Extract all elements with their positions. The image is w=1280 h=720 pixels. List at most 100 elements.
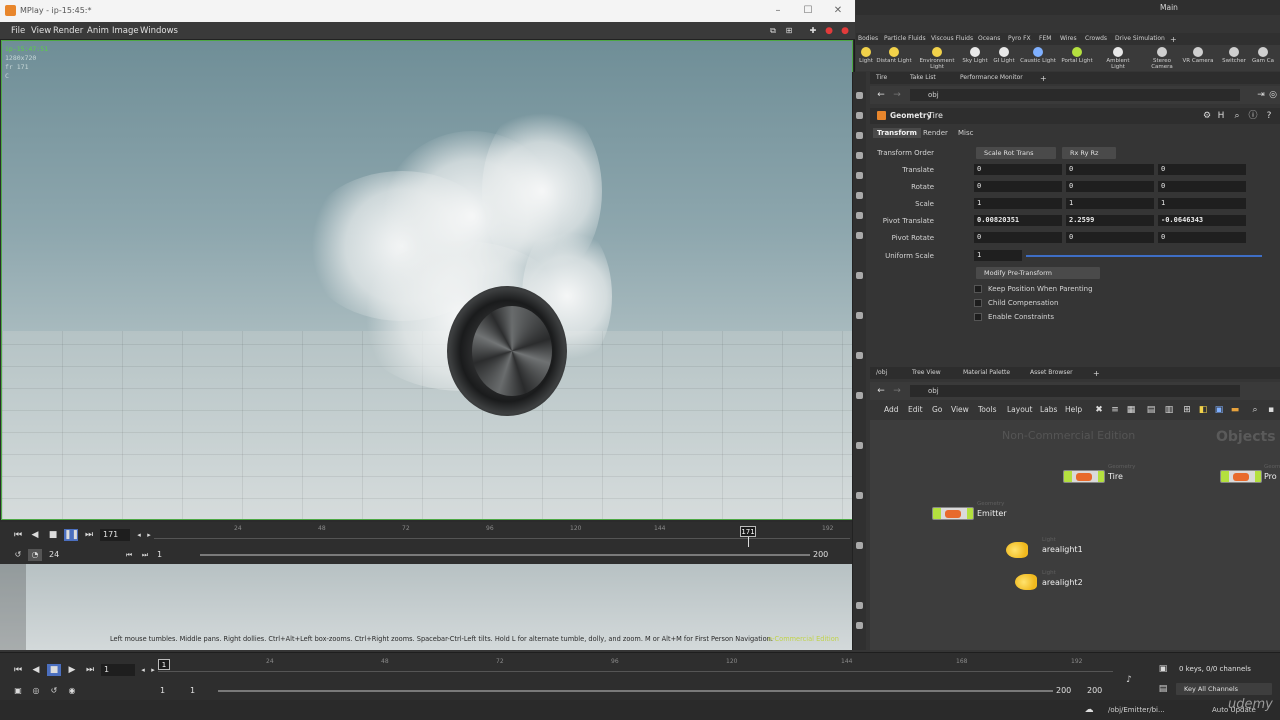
tab-tree-view[interactable]: Tree View: [912, 369, 941, 376]
end-frame-field[interactable]: 200: [1084, 685, 1110, 697]
render-viewport[interactable]: ip-15:47:51 1280x720 fr 171 C: [1, 40, 853, 520]
info-icon[interactable]: ▪: [1264, 404, 1278, 416]
table-icon[interactable]: ▤: [1144, 404, 1158, 416]
shelf-tab[interactable]: Pyro FX: [1008, 35, 1031, 42]
tab-performance-monitor[interactable]: Performance Monitor: [960, 74, 1023, 81]
add-tab-icon[interactable]: +: [1040, 74, 1047, 83]
menu-layout[interactable]: Layout: [1007, 405, 1033, 414]
tool-icon[interactable]: [856, 192, 863, 199]
loop-icon[interactable]: ↺: [11, 549, 25, 561]
layout-icon[interactable]: ▥: [1162, 404, 1176, 416]
shelf-tool-portal-light[interactable]: Portal Light: [1059, 47, 1095, 64]
pivot-translate-x-field[interactable]: 0.00820351: [974, 215, 1062, 226]
translate-y-field[interactable]: 0: [1066, 164, 1154, 175]
current-frame-field[interactable]: 171: [100, 529, 130, 541]
pivot-translate-y-field[interactable]: 2.2599: [1066, 215, 1154, 226]
menu-image[interactable]: Image: [112, 26, 139, 36]
snapshot-icon[interactable]: ⧉: [766, 25, 780, 37]
enable-constraints-checkbox[interactable]: [974, 313, 982, 321]
help-icon[interactable]: ?: [1262, 110, 1276, 122]
search-icon[interactable]: ⌕: [1230, 110, 1244, 122]
range-end-icon[interactable]: ⏭: [138, 549, 152, 561]
shelf-tool-vr-camera[interactable]: VR Camera: [1180, 47, 1216, 64]
start-frame-field[interactable]: 1: [157, 685, 181, 697]
shelf-tool-gi-light[interactable]: GI Light: [986, 47, 1022, 64]
jump-end-icon[interactable]: ⏭: [82, 529, 96, 541]
pivot-rotate-x-field[interactable]: 0: [974, 232, 1062, 243]
network-path-field[interactable]: obj: [910, 385, 1240, 397]
cloud-icon[interactable]: ☁: [1082, 704, 1096, 716]
pin-icon[interactable]: ✚: [806, 25, 820, 37]
shelf-tool-caustic-light[interactable]: Caustic Light: [1020, 47, 1056, 64]
scene-viewport-lower[interactable]: Left mouse tumbles. Middle pans. Right d…: [0, 564, 855, 650]
shelf-tab[interactable]: Oceans: [978, 35, 1000, 42]
light-node-icon[interactable]: [1015, 574, 1037, 590]
playback-range-slider[interactable]: [218, 690, 1053, 692]
playback-end-field[interactable]: 200: [1053, 685, 1079, 697]
tool-icon[interactable]: [856, 492, 863, 499]
desktop-name[interactable]: Main: [1160, 3, 1178, 12]
range-end-field[interactable]: 200: [810, 549, 840, 561]
tab-asset-browser[interactable]: Asset Browser: [1030, 369, 1073, 376]
menu-view[interactable]: View: [31, 26, 51, 36]
translate-z-field[interactable]: 0: [1158, 164, 1246, 175]
tool-icon[interactable]: [856, 622, 863, 629]
mplay-title-bar[interactable]: MPlay - ip-15:45:* – ☐ ✕: [0, 0, 855, 22]
scale-y-field[interactable]: 1: [1066, 198, 1154, 209]
rotate-z-field[interactable]: 0: [1158, 181, 1246, 192]
forward-arrow-icon[interactable]: →: [890, 89, 904, 101]
transform-order-menu[interactable]: Scale Rot Trans: [976, 147, 1056, 159]
tool-icon[interactable]: [856, 272, 863, 279]
tool-icon[interactable]: [856, 152, 863, 159]
shelf-tool-environment-light[interactable]: Environment Light: [919, 47, 955, 70]
tool-icon[interactable]: [856, 172, 863, 179]
shelf-tool-distant-light[interactable]: Distant Light: [876, 47, 912, 64]
frame-cursor[interactable]: 1: [158, 659, 170, 670]
shelf-tool-gamepad-camera[interactable]: Gam Ca: [1248, 47, 1278, 64]
stop-icon[interactable]: ■: [47, 664, 61, 676]
minimize-icon[interactable]: –: [771, 4, 785, 18]
modify-pre-transform-menu[interactable]: Modify Pre-Transform: [976, 267, 1100, 279]
mplay-frame-ruler[interactable]: 24 48 72 96 120 144 192 171: [154, 525, 850, 547]
tab-misc[interactable]: Misc: [954, 128, 977, 138]
tab-material-palette[interactable]: Material Palette: [963, 369, 1010, 376]
child-compensation-checkbox[interactable]: [974, 299, 982, 307]
houdini-title-bar[interactable]: Main: [856, 0, 1280, 15]
folder-icon[interactable]: ▬: [1228, 404, 1242, 416]
audio-icon[interactable]: ♪: [1122, 674, 1136, 686]
search-icon[interactable]: ⌕: [1248, 404, 1262, 416]
tab-take-list[interactable]: Take List: [910, 74, 936, 81]
rotation-order-menu[interactable]: Rx Ry Rz: [1062, 147, 1116, 159]
shelf-tab[interactable]: Viscous Fluids: [931, 35, 973, 42]
compare-icon[interactable]: ⊞: [782, 25, 796, 37]
jump-start-icon[interactable]: ⏮: [11, 529, 25, 541]
jump-end-icon[interactable]: ⏭: [83, 664, 97, 676]
menu-tools[interactable]: Tools: [978, 405, 996, 414]
frame-cursor[interactable]: 171: [740, 526, 756, 537]
shelf-tab[interactable]: Wires: [1060, 35, 1077, 42]
tab-transform[interactable]: Transform: [873, 128, 921, 138]
tool-icon[interactable]: [856, 602, 863, 609]
tool-icon[interactable]: [856, 112, 863, 119]
pivot-rotate-y-field[interactable]: 0: [1066, 232, 1154, 243]
info-icon[interactable]: ⓘ: [1246, 110, 1260, 122]
key-all-icon[interactable]: ▤: [1156, 683, 1170, 695]
jump-start-icon[interactable]: ⏮: [11, 664, 25, 676]
shelf-tool-stereo-camera[interactable]: Stereo Camera: [1144, 47, 1180, 70]
close-icon[interactable]: ✕: [831, 4, 845, 18]
shelf-tab[interactable]: FEM: [1039, 35, 1051, 42]
range-slider[interactable]: [200, 554, 810, 556]
network-boxes-icon[interactable]: ⊞: [1180, 404, 1194, 416]
tool-icon[interactable]: [856, 442, 863, 449]
menu-anim[interactable]: Anim: [87, 26, 109, 36]
gear-icon[interactable]: ⚙: [1200, 110, 1214, 122]
key-all-channels-menu[interactable]: Key All Channels: [1176, 683, 1272, 695]
shelf-tab[interactable]: Bodies: [858, 35, 878, 42]
back-arrow-icon[interactable]: ←: [874, 385, 888, 397]
tool-icon[interactable]: [856, 392, 863, 399]
menu-view[interactable]: View: [951, 405, 969, 414]
shelf-tool-switcher[interactable]: Switcher: [1216, 47, 1252, 64]
pivot-rotate-z-field[interactable]: 0: [1158, 232, 1246, 243]
shelf-tool-ambient-light[interactable]: Ambient Light: [1100, 47, 1136, 70]
stop-icon[interactable]: ■: [46, 529, 60, 541]
